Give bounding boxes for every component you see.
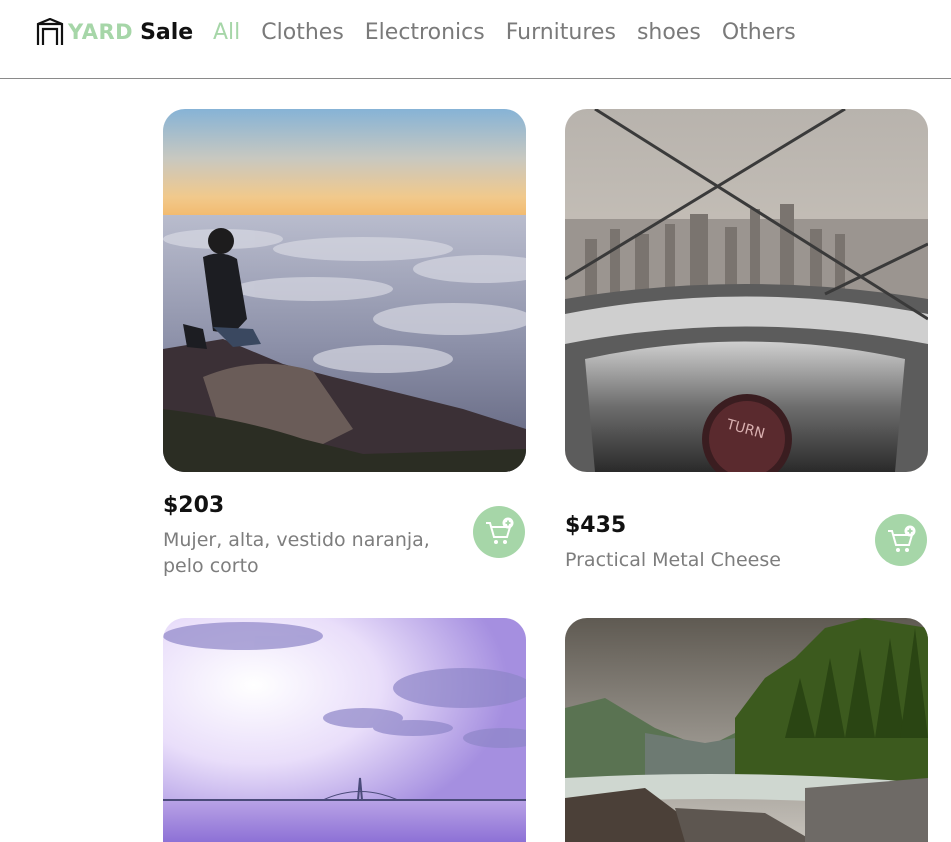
nav-item-shoes[interactable]: shoes — [637, 18, 701, 48]
nav-item-clothes[interactable]: Clothes — [261, 18, 344, 48]
brand-logo[interactable]: YARD Sale — [36, 17, 193, 47]
product-card[interactable] — [163, 618, 526, 842]
product-image[interactable]: TURN — [565, 109, 928, 472]
storefront-icon — [36, 18, 64, 45]
cart-plus-icon — [486, 517, 514, 544]
product-image[interactable] — [565, 618, 928, 842]
product-card[interactable]: $203 Mujer, alta, vestido naranja, pelo … — [163, 109, 526, 589]
cart-plus-icon — [888, 525, 916, 552]
product-price: $435 — [565, 513, 627, 538]
product-image[interactable] — [163, 109, 526, 472]
category-nav: All Clothes Electronics Furnitures shoes… — [213, 18, 796, 48]
add-to-cart-button[interactable] — [473, 506, 525, 558]
add-to-cart-button[interactable] — [875, 514, 927, 566]
product-price: $203 — [163, 493, 225, 518]
product-card[interactable] — [565, 618, 928, 842]
top-navbar: YARD Sale All Clothes Electronics Furnit… — [0, 0, 951, 79]
product-image[interactable] — [163, 618, 526, 842]
nav-item-all[interactable]: All — [213, 18, 240, 48]
product-title: Practical Metal Cheese — [565, 549, 781, 571]
brand-name-yard: YARD — [68, 20, 134, 44]
nav-item-others[interactable]: Others — [722, 18, 796, 48]
nav-item-furnitures[interactable]: Furnitures — [506, 18, 616, 48]
product-title: Mujer, alta, vestido naranja, pelo corto — [163, 529, 430, 577]
nav-item-electronics[interactable]: Electronics — [365, 18, 485, 48]
brand-name-sale: Sale — [140, 19, 194, 45]
product-card[interactable]: TURN $435 Practical Metal Cheese — [565, 109, 928, 589]
